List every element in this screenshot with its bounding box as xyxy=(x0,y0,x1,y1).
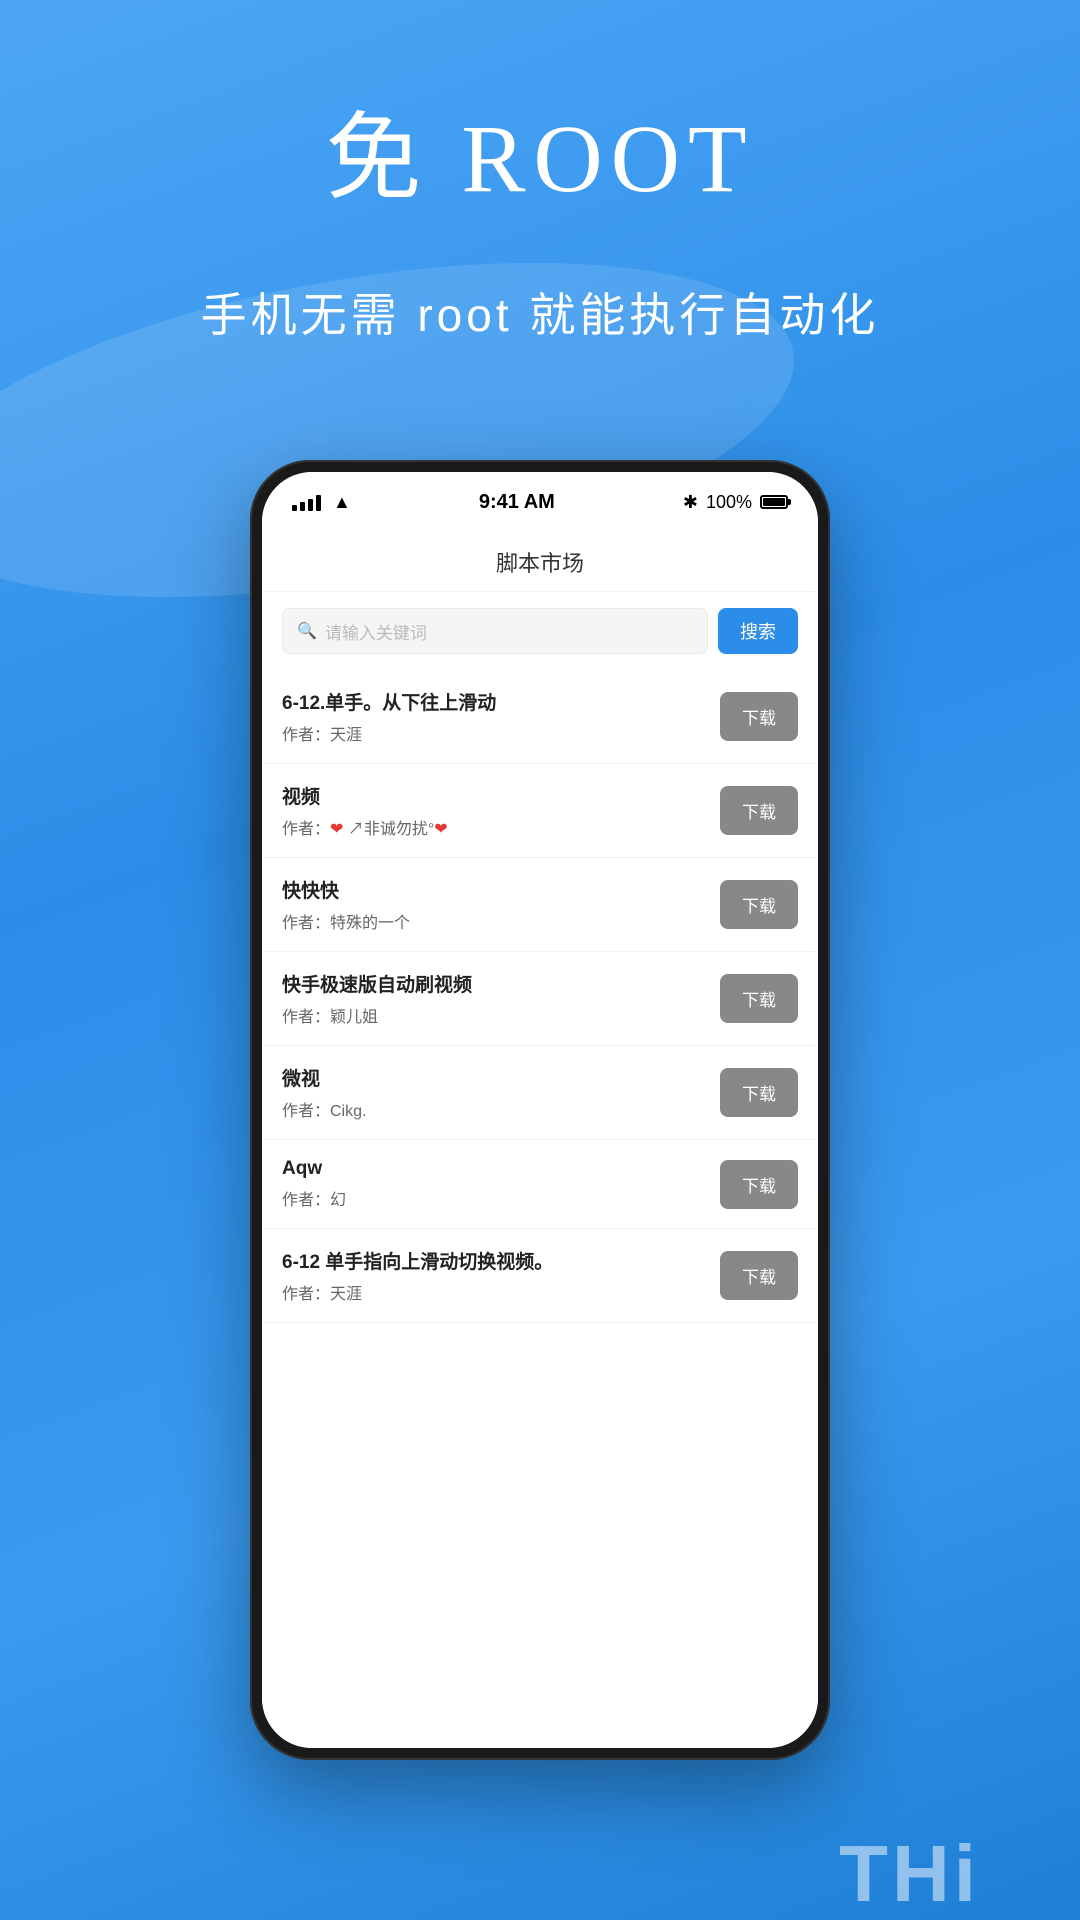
search-button[interactable]: 搜索 xyxy=(718,608,798,654)
download-button[interactable]: 下载 xyxy=(720,692,798,741)
battery-icon xyxy=(760,495,788,509)
script-name: 快手极速版自动刷视频 xyxy=(282,970,704,997)
script-author: 作者：幻 xyxy=(282,1186,704,1210)
script-info: 6-12 单手指向上滑动切换视频。 作者：天涯 xyxy=(282,1247,704,1304)
script-author: 作者：天涯 xyxy=(282,721,704,745)
script-name: 6-12.单手。从下往上滑动 xyxy=(282,688,704,715)
bottom-text: THi xyxy=(839,1828,980,1920)
script-author: 作者：天涯 xyxy=(282,1280,704,1304)
script-name: 视频 xyxy=(282,782,704,809)
status-right: ✱ 100% xyxy=(683,492,788,513)
phone-screen: ▲ 9:41 AM ✱ 100% 脚本市场 xyxy=(262,472,818,1748)
download-button[interactable]: 下载 xyxy=(720,1251,798,1300)
download-button[interactable]: 下载 xyxy=(720,1160,798,1209)
phone-frame: ▲ 9:41 AM ✱ 100% 脚本市场 xyxy=(250,460,830,1760)
heart-icon: ❤ xyxy=(330,821,343,838)
script-author: 作者：特殊的一个 xyxy=(282,909,704,933)
hero-subtitle: 手机无需 root 就能执行自动化 xyxy=(0,279,1080,345)
list-item: 视频 作者：❤ ↗非诚勿扰°❤ 下载 xyxy=(262,764,818,858)
hero-title: 免 ROOT xyxy=(0,80,1080,219)
script-list: 6-12.单手。从下往上滑动 作者：天涯 下载 视频 作者：❤ ↗非诚勿扰°❤ … xyxy=(262,670,818,1748)
app-title: 脚本市场 xyxy=(496,546,584,578)
script-name: 6-12 单手指向上滑动切换视频。 xyxy=(282,1247,704,1274)
list-item: Aqw 作者：幻 下载 xyxy=(262,1140,818,1229)
list-item: 微视 作者：Cikg. 下载 xyxy=(262,1046,818,1140)
search-icon: 🔍 xyxy=(297,621,317,641)
script-info: 微视 作者：Cikg. xyxy=(282,1064,704,1121)
list-item: 快手极速版自动刷视频 作者：颖儿姐 下载 xyxy=(262,952,818,1046)
signal-bar-4 xyxy=(316,495,321,511)
status-left: ▲ xyxy=(292,492,351,513)
heart-icon-2: ❤ xyxy=(434,821,447,838)
status-time: 9:41 AM xyxy=(479,491,555,514)
script-info: 快手极速版自动刷视频 作者：颖儿姐 xyxy=(282,970,704,1027)
bluetooth-icon: ✱ xyxy=(683,492,698,513)
script-name: Aqw xyxy=(282,1158,704,1180)
script-name: 微视 xyxy=(282,1064,704,1091)
signal-bar-1 xyxy=(292,505,297,511)
search-section: 🔍 请输入关键词 搜索 xyxy=(262,592,818,670)
battery-percent: 100% xyxy=(706,492,752,513)
script-author: 作者：颖儿姐 xyxy=(282,1003,704,1027)
list-item: 6-12 单手指向上滑动切换视频。 作者：天涯 下载 xyxy=(262,1229,818,1323)
signal-bar-3 xyxy=(308,499,313,511)
phone-mockup: ▲ 9:41 AM ✱ 100% 脚本市场 xyxy=(250,460,830,1780)
script-name: 快快快 xyxy=(282,876,704,903)
signal-bars-icon xyxy=(292,493,321,511)
list-item: 6-12.单手。从下往上滑动 作者：天涯 下载 xyxy=(262,670,818,764)
app-titlebar: 脚本市场 xyxy=(262,532,818,592)
script-author: 作者：❤ ↗非诚勿扰°❤ xyxy=(282,815,704,839)
hero-section: 免 ROOT 手机无需 root 就能执行自动化 xyxy=(0,80,1080,345)
script-info: 快快快 作者：特殊的一个 xyxy=(282,876,704,933)
script-info: 6-12.单手。从下往上滑动 作者：天涯 xyxy=(282,688,704,745)
script-author: 作者：Cikg. xyxy=(282,1097,704,1121)
download-button[interactable]: 下载 xyxy=(720,974,798,1023)
signal-bar-2 xyxy=(300,502,305,511)
script-info: 视频 作者：❤ ↗非诚勿扰°❤ xyxy=(282,782,704,839)
list-item: 快快快 作者：特殊的一个 下载 xyxy=(262,858,818,952)
download-button[interactable]: 下载 xyxy=(720,786,798,835)
wifi-icon: ▲ xyxy=(333,492,351,513)
status-bar: ▲ 9:41 AM ✱ 100% xyxy=(262,472,818,532)
download-button[interactable]: 下载 xyxy=(720,880,798,929)
download-button[interactable]: 下载 xyxy=(720,1068,798,1117)
search-placeholder: 请输入关键词 xyxy=(325,619,427,644)
script-info: Aqw 作者：幻 xyxy=(282,1158,704,1210)
search-input-wrapper[interactable]: 🔍 请输入关键词 xyxy=(282,608,708,654)
